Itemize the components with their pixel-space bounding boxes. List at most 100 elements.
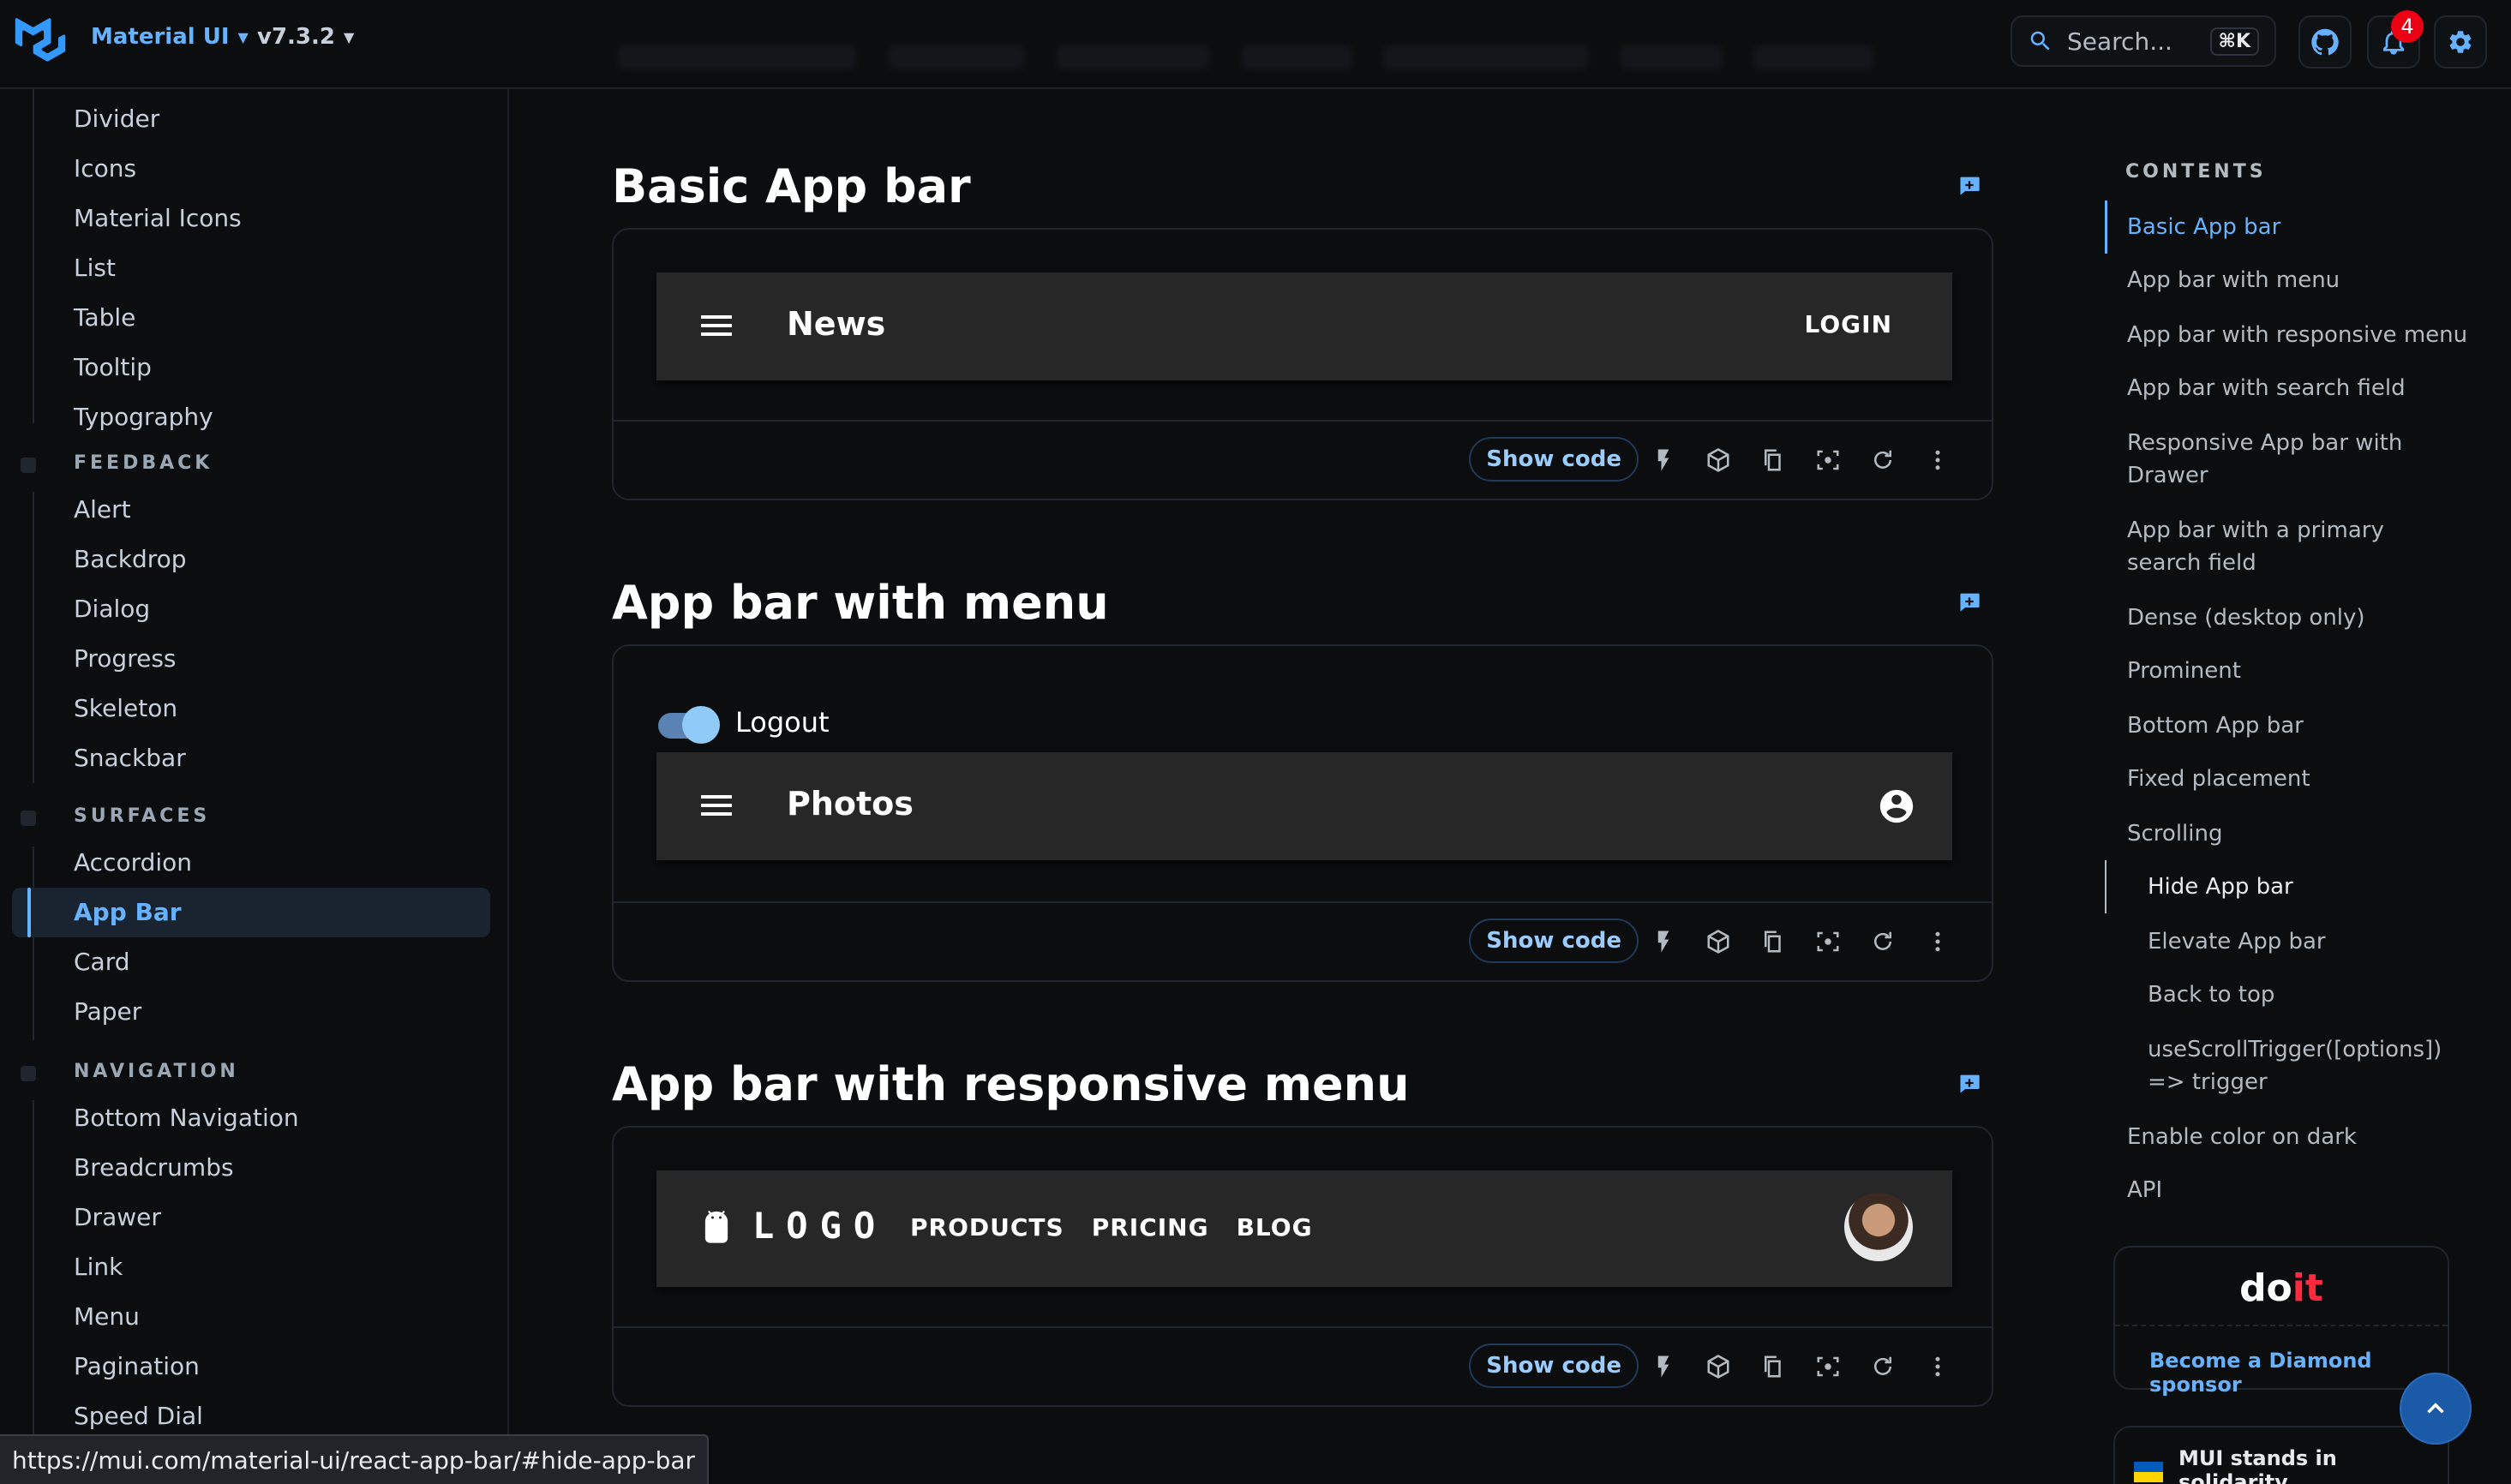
sidebar-item-snackbar[interactable]: Snackbar [74,744,186,772]
chevron-up-icon [2427,1403,2444,1414]
cube-icon[interactable] [1705,447,1731,473]
sidebar-item-breadcrumbs[interactable]: Breadcrumbs [74,1153,234,1182]
search-input[interactable]: Search... ⌘K [2011,15,2276,67]
more-vert-icon[interactable] [1925,1354,1951,1379]
nav-tree-line [33,89,34,423]
toc-item[interactable]: Scrolling [2127,817,2222,850]
toc-heading: CONTENTS [2125,161,2267,183]
toc-item[interactable]: Basic App bar [2127,211,2280,243]
more-vert-icon[interactable] [1925,929,1951,954]
lightning-icon[interactable] [1651,447,1676,473]
copy-icon[interactable] [1760,447,1786,473]
show-code-button[interactable]: Show code [1469,1343,1639,1388]
back-to-top-button[interactable] [2401,1374,2470,1443]
toc-sub-item[interactable]: Hide App bar [2148,871,2293,903]
github-icon [2311,28,2339,56]
account-circle-icon[interactable] [1877,787,1916,826]
cube-icon[interactable] [1705,929,1731,954]
copy-icon[interactable] [1760,1354,1786,1379]
reset-icon[interactable] [1870,929,1896,954]
search-placeholder: Search... [2067,27,2172,56]
version-dropdown[interactable]: v7.3.2 ▼ [257,24,354,50]
sidebar-item-drawer[interactable]: Drawer [74,1203,161,1231]
toc-item[interactable]: Enable color on dark [2127,1121,2357,1153]
toc-sub-item[interactable]: Back to top [2148,978,2274,1011]
section-dot [21,1066,36,1081]
toc-sub-item[interactable]: Elevate App bar [2148,925,2326,958]
screenshot-icon[interactable] [1815,1354,1841,1379]
products-link[interactable]: PRODUCTS [910,1213,1064,1242]
settings-button[interactable] [2434,15,2487,69]
feedback-icon[interactable] [1957,175,1981,195]
sidebar-item-list[interactable]: List [74,254,116,282]
toc-item[interactable]: Responsive App bar with Drawer [2127,427,2453,492]
sidebar-item-typography[interactable]: Typography [74,403,213,431]
toc-item[interactable]: App bar with menu [2127,264,2340,296]
sidebar-item-skeleton[interactable]: Skeleton [74,694,177,722]
notifications-button[interactable]: 4 [2367,10,2424,69]
sidebar-item-backdrop[interactable]: Backdrop [74,545,187,573]
ukraine-card[interactable]: MUI stands in solidarity [2113,1426,2449,1484]
toc-item[interactable]: App bar with a primary search field [2127,514,2453,579]
show-code-button[interactable]: Show code [1469,437,1639,482]
section-title-app-bar-with-menu: App bar with menu [612,576,1109,630]
copy-icon[interactable] [1760,929,1786,954]
toc-item[interactable]: API [2127,1174,2162,1206]
screenshot-icon[interactable] [1815,929,1841,954]
logout-switch-thumb[interactable] [682,706,720,744]
toc-item[interactable]: App bar with search field [2127,372,2406,404]
sidebar-item-speed-dial[interactable]: Speed Dial [74,1402,203,1430]
toc-item[interactable]: Prominent [2127,655,2241,687]
cube-icon[interactable] [1705,1354,1731,1379]
lightning-icon[interactable] [1651,1354,1676,1379]
sidebar-item-progress[interactable]: Progress [74,644,177,673]
sidebar-item-icons[interactable]: Icons [74,154,136,183]
show-code-button[interactable]: Show code [1469,919,1639,963]
login-button[interactable]: LOGIN [1805,310,1892,338]
feedback-icon[interactable] [1957,591,1981,612]
sponsor-card[interactable]: doit Become a Diamond sponsor [2113,1246,2449,1397]
toc-item[interactable]: App bar with responsive menu [2127,319,2467,351]
toc-sub-item[interactable]: useScrollTrigger([options]) => trigger [2148,1033,2473,1098]
pricing-link[interactable]: PRICING [1092,1213,1209,1242]
sidebar-item-card[interactable]: Card [74,948,130,976]
avatar[interactable] [1844,1193,1913,1261]
screenshot-icon[interactable] [1815,447,1841,473]
sidebar-item-bottom-navigation[interactable]: Bottom Navigation [74,1104,299,1132]
more-vert-icon[interactable] [1925,447,1951,473]
sidebar-item-app-bar[interactable]: App Bar [74,898,182,926]
toc-item[interactable]: Dense (desktop only) [2127,601,2365,634]
appbar-title: Photos [787,785,914,823]
sidebar-item-paper[interactable]: Paper [74,997,141,1026]
sidebar-item-divider[interactable]: Divider [74,105,159,133]
sidebar-item-dialog[interactable]: Dialog [74,595,150,623]
toc-item[interactable]: Fixed placement [2127,763,2310,795]
toc-active-marker [2105,200,2107,254]
sidebar-item-alert[interactable]: Alert [74,495,131,524]
sidebar-item-pagination[interactable]: Pagination [74,1352,200,1380]
github-button[interactable] [2298,15,2352,69]
toc-item[interactable]: Bottom App bar [2127,709,2304,742]
ukraine-flag-icon [2134,1462,2163,1482]
sidebar-item-tooltip[interactable]: Tooltip [74,353,152,381]
logo-text[interactable]: LOGO [752,1205,887,1247]
sidebar-item-accordion[interactable]: Accordion [74,848,192,877]
section-dot [21,458,36,473]
feedback-icon[interactable] [1957,1073,1981,1093]
reset-icon[interactable] [1870,1354,1896,1379]
diamond-sponsor-link[interactable]: Become a Diamond sponsor [2149,1349,2448,1397]
sidebar-item-link[interactable]: Link [74,1253,123,1281]
mui-logo-icon[interactable] [14,17,67,62]
brand-dropdown[interactable]: Material UI ▼ [91,24,249,50]
menu-icon[interactable] [701,310,732,341]
gear-icon [2449,31,2472,53]
menu-icon[interactable] [701,790,732,821]
demo-toolbar: Show code [614,901,1992,980]
sidebar-item-material-icons[interactable]: Material Icons [74,204,242,232]
sidebar-item-table[interactable]: Table [74,303,135,332]
blog-link[interactable]: BLOG [1237,1213,1313,1242]
lightning-icon[interactable] [1651,929,1676,954]
reset-icon[interactable] [1870,447,1896,473]
sidebar-item-menu[interactable]: Menu [74,1302,140,1331]
version-label: v7.3.2 [257,24,335,50]
